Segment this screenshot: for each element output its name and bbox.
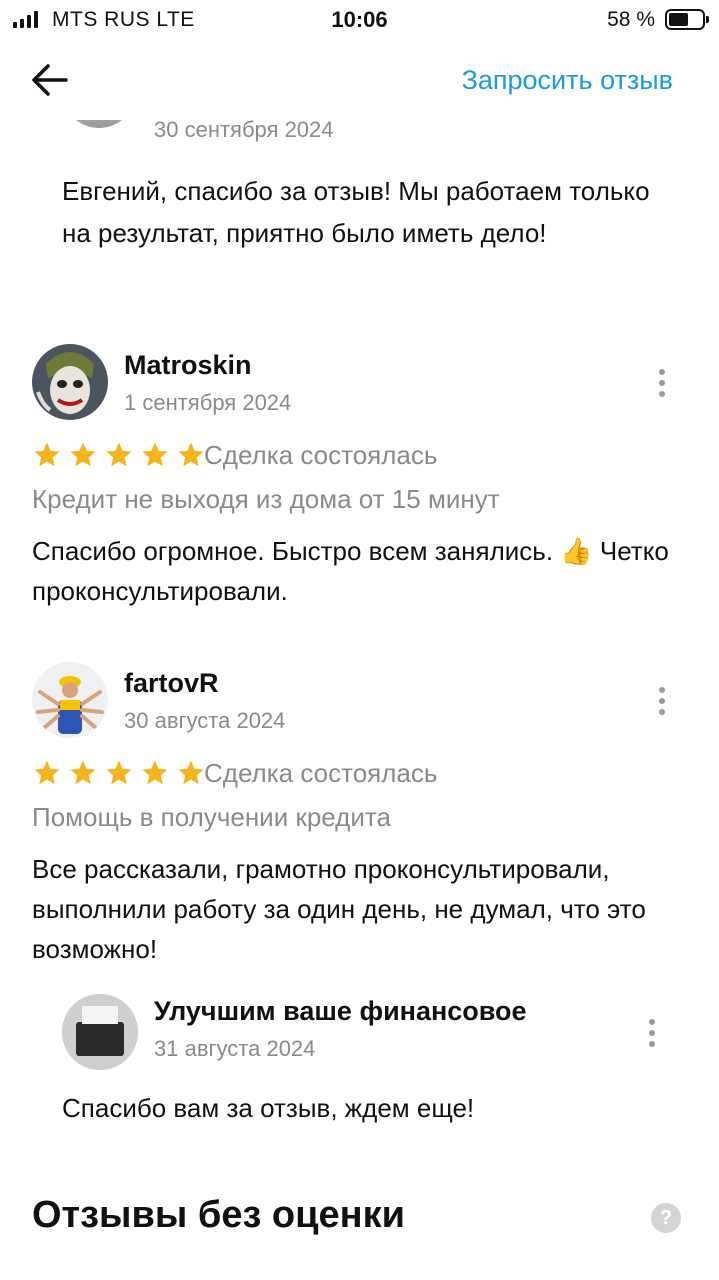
nav-bar: Запросить отзыв: [0, 40, 719, 120]
battery-percent: 58 %: [607, 8, 655, 31]
review-author[interactable]: fartovR: [124, 668, 219, 699]
review-author[interactable]: Matroskin: [124, 350, 252, 381]
status-bar: MTS RUS LTE 10:06 58 %: [0, 0, 719, 40]
section-title: Отзывы без оценки: [32, 1194, 405, 1236]
back-button[interactable]: [30, 60, 78, 100]
star-icon: [178, 442, 204, 467]
review-text: Спасибо огромное. Быстро всем занялись. …: [32, 536, 669, 606]
rating-stars: [32, 758, 206, 788]
star-icon: [34, 760, 60, 785]
star-icon: [106, 442, 132, 467]
review-service: Помощь в получении кредита: [32, 802, 391, 832]
review-card: Matroskin 1 сентября 2024 Сделка состоял…: [32, 344, 692, 614]
reply-text: Спасибо вам за отзыв, ждем еще!: [62, 1093, 475, 1123]
reply-text: Евгений, спасибо за отзыв! Мы работаем т…: [62, 176, 650, 248]
star-icon: [142, 760, 168, 785]
rating-stars: [32, 440, 206, 470]
arrow-left-icon: [32, 64, 68, 96]
worker-avatar-image: [32, 662, 108, 738]
star-icon: [106, 760, 132, 785]
star-icon: [34, 442, 60, 467]
battery-icon: [665, 9, 709, 30]
seller-avatar[interactable]: [62, 994, 138, 1070]
star-icon: [70, 442, 96, 467]
reply-date: 31 августа 2024: [154, 1036, 316, 1061]
deal-status: Сделка состоялась: [204, 440, 438, 470]
question-icon[interactable]: ?: [651, 1203, 681, 1233]
star-icon: [178, 760, 204, 785]
review-date: 30 августа 2024: [124, 708, 286, 733]
seller-name[interactable]: Улучшим ваше финансовое: [154, 996, 527, 1027]
avatar[interactable]: [32, 662, 108, 738]
more-options-icon[interactable]: [642, 1016, 662, 1052]
reply-date: 30 сентября 2024: [154, 117, 334, 142]
avatar[interactable]: [32, 344, 108, 420]
star-icon: [142, 442, 168, 467]
review-card: fartovR 30 августа 2024 Сделка состоялас…: [32, 662, 692, 982]
more-options-icon[interactable]: [652, 366, 672, 402]
review-date: 1 сентября 2024: [124, 390, 292, 415]
joker-avatar-image: [32, 344, 108, 420]
review-service: Кредит не выходя из дома от 15 минут: [32, 484, 500, 514]
seller-reply: Улучшим ваше финансовое 31 августа 2024 …: [62, 994, 692, 1134]
request-review-button[interactable]: Запросить отзыв: [462, 65, 673, 96]
star-icon: [70, 760, 96, 785]
deal-status: Сделка состоялась: [204, 758, 438, 788]
briefcase-avatar-image: [62, 994, 138, 1070]
review-text: Все рассказали, грамотно проконсультиров…: [32, 854, 646, 964]
more-options-icon[interactable]: [652, 684, 672, 720]
